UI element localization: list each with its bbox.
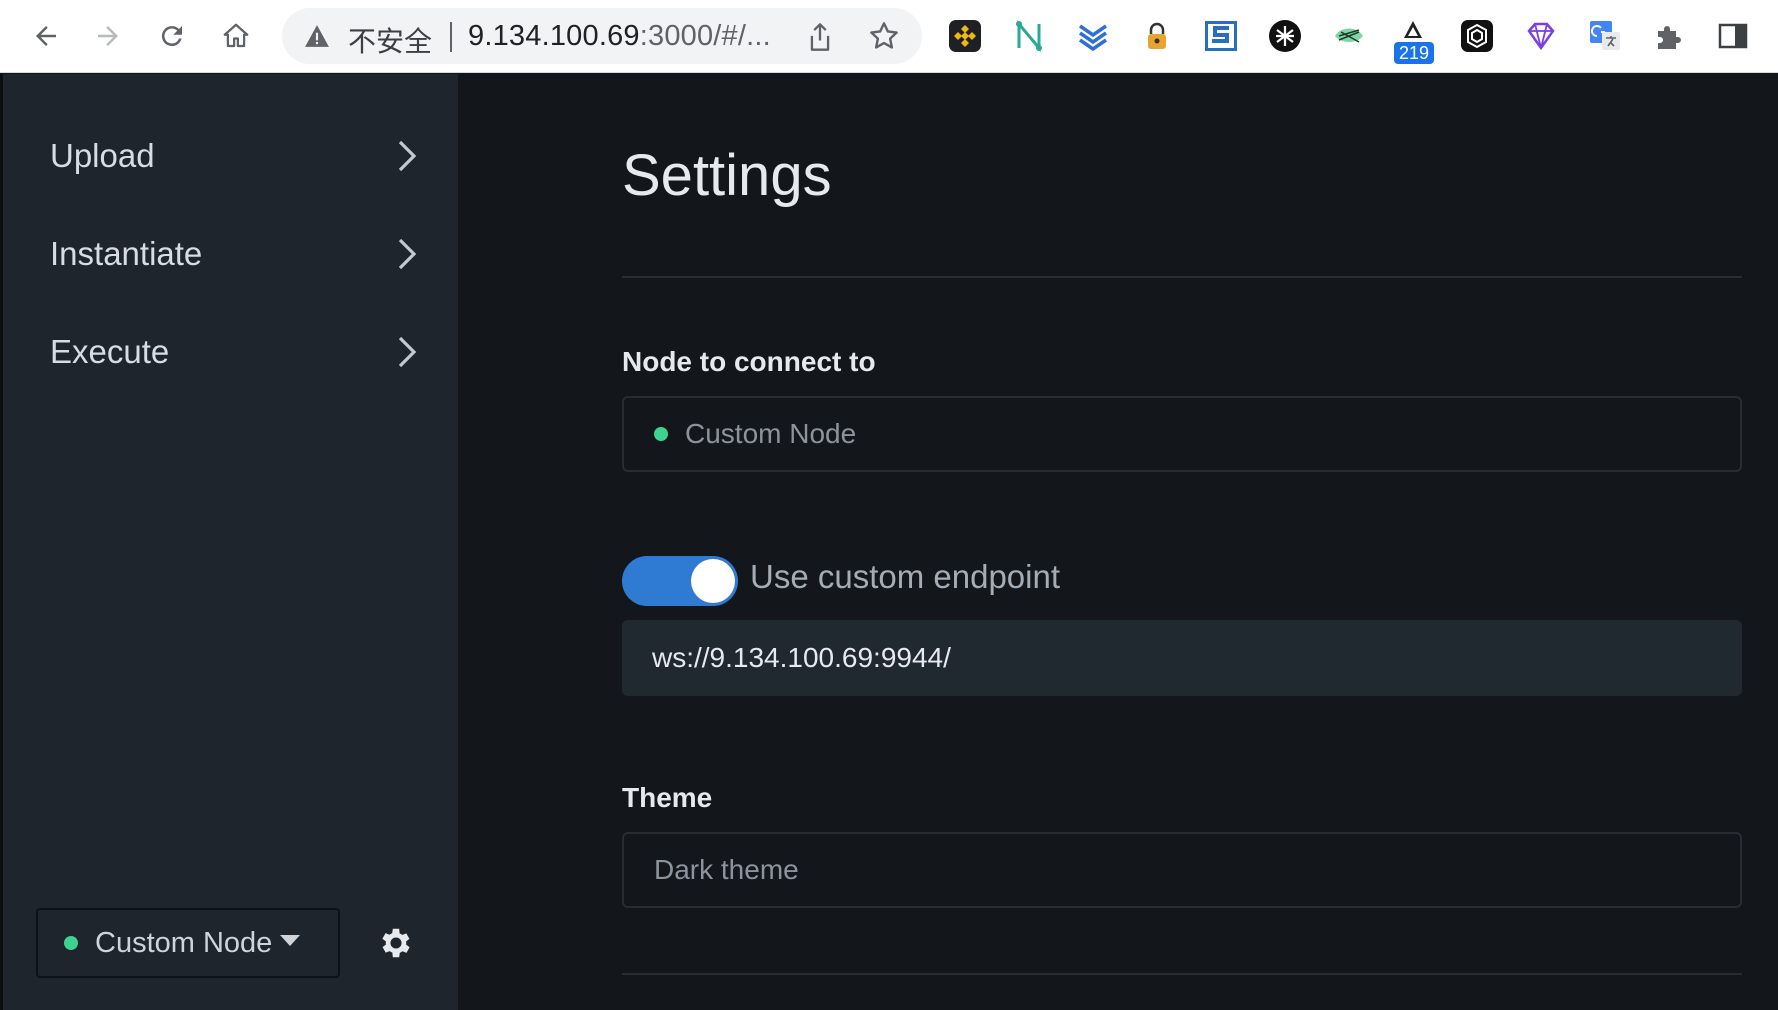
address-divider <box>450 22 452 52</box>
caret-down-icon <box>280 934 301 946</box>
reload-icon <box>161 26 182 47</box>
bookmark-star-icon[interactable] <box>868 20 900 52</box>
node-select[interactable]: Custom Node <box>622 396 1742 472</box>
sidebar-item-upload[interactable]: Upload <box>50 126 420 186</box>
browser-toolbar: 不安全 9.134.100.69:3000/#/... 219 <box>0 0 1778 73</box>
chevron-right-icon <box>398 238 417 270</box>
home-icon <box>223 23 249 48</box>
arrow-left-icon <box>36 26 56 46</box>
extension-badge-count: 219 <box>1394 42 1434 64</box>
reload-button[interactable] <box>150 14 194 58</box>
node-selector-button[interactable]: Custom Node <box>36 908 340 978</box>
sidebar: Upload Instantiate Execute Custom Node <box>0 74 458 1010</box>
lock-extension-icon[interactable] <box>1139 18 1175 54</box>
side-panel-icon[interactable] <box>1715 18 1751 54</box>
url-host: 9.134.100.69 <box>468 20 640 52</box>
endpoint-input-value: ws://9.134.100.69:9944/ <box>652 642 951 673</box>
settings-panel: Settings Node to connect to Custom Node … <box>458 74 1778 1010</box>
theme-field-label: Theme <box>622 782 713 813</box>
security-status-label: 不安全 <box>348 25 433 58</box>
sidebar-item-label: Execute <box>50 333 170 370</box>
custom-endpoint-toggle[interactable] <box>622 556 738 606</box>
node-select-value: Custom Node <box>685 418 857 449</box>
endpoint-input[interactable]: ws://9.134.100.69:9944/ <box>622 620 1742 696</box>
node-status-dot <box>654 427 668 441</box>
page-title: Settings <box>622 143 832 208</box>
back-button[interactable] <box>24 14 68 58</box>
polkadot-extension-icon[interactable] <box>1459 18 1495 54</box>
divider <box>622 276 1742 278</box>
sidebar-item-label: Upload <box>50 137 155 174</box>
divider <box>622 973 1742 975</box>
custom-endpoint-label: Use custom endpoint <box>750 558 1061 595</box>
mask-extension-icon[interactable] <box>1331 18 1367 54</box>
sidebar-item-instantiate[interactable]: Instantiate <box>50 224 420 284</box>
chevron-right-icon <box>398 336 417 368</box>
binance-wallet-icon[interactable] <box>947 18 983 54</box>
sidebar-item-execute[interactable]: Execute <box>50 322 420 382</box>
home-button[interactable] <box>214 14 258 58</box>
arrow-right-icon <box>98 26 118 46</box>
gear-icon[interactable] <box>377 924 415 962</box>
gem-extension-icon[interactable] <box>1523 18 1559 54</box>
s-extension-icon[interactable] <box>1203 18 1239 54</box>
node-field-label: Node to connect to <box>622 346 876 377</box>
extensions-puzzle-icon[interactable] <box>1651 18 1687 54</box>
toggle-knob <box>691 559 735 603</box>
layers-extension-icon[interactable] <box>1075 18 1111 54</box>
address-bar[interactable]: 不安全 9.134.100.69:3000/#/... <box>282 8 922 64</box>
chevron-right-icon <box>398 140 417 172</box>
sidebar-item-label: Instantiate <box>50 235 203 272</box>
google-translate-icon[interactable] <box>1587 18 1623 54</box>
url-text: 9.134.100.69:3000/#/... <box>468 20 771 53</box>
warning-icon <box>305 25 329 47</box>
n-extension-icon[interactable] <box>1011 18 1047 54</box>
url-path: :3000/#/... <box>639 20 771 52</box>
share-icon[interactable] <box>806 22 834 52</box>
node-status-dot <box>64 936 78 950</box>
theme-select-value: Dark theme <box>654 854 799 885</box>
forward-button[interactable] <box>86 14 130 58</box>
theme-select[interactable]: Dark theme <box>622 832 1742 908</box>
node-selector-label: Custom Node <box>95 926 273 959</box>
crypto-wallet-icon[interactable] <box>1267 18 1303 54</box>
